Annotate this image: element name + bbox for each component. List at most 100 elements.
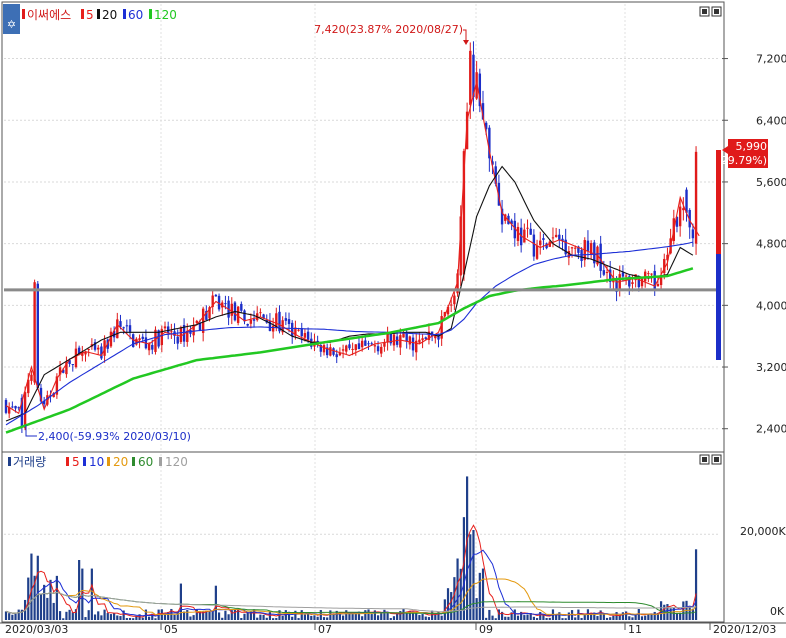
x-tick-label: 2020/12/03 <box>713 623 776 636</box>
legend-swatch-ma120 <box>149 9 152 19</box>
volume-bar <box>109 614 113 620</box>
candle-body-up <box>551 237 555 239</box>
volume-bar <box>462 517 466 620</box>
candle-body-down <box>122 327 125 329</box>
legend-swatch-v10 <box>83 457 86 466</box>
volume-bar <box>504 616 507 620</box>
volume-bar <box>574 617 577 620</box>
volume-bar <box>516 615 520 620</box>
volume-bar <box>55 575 58 620</box>
volume-bar <box>62 618 65 620</box>
volume-bar <box>52 602 55 620</box>
candle-body-down <box>586 240 590 251</box>
candle-body-up <box>399 335 402 348</box>
volume-bar <box>640 616 644 620</box>
candle-body-up <box>354 344 357 350</box>
volume-bar <box>14 613 17 620</box>
volume-legend-name: 거래량 <box>13 455 46 469</box>
volume-bar <box>97 611 100 620</box>
volume-bar <box>481 568 485 620</box>
volume-bar <box>434 614 437 620</box>
volume-bar <box>281 615 284 620</box>
candle-body-down <box>214 294 218 297</box>
volume-bar <box>424 616 427 620</box>
x-axis: 2020/03/03 05 07 09 11 2020/12/03 <box>0 622 786 636</box>
candle-body-up <box>236 306 240 323</box>
volume-bar <box>243 613 246 620</box>
volume-bar <box>8 613 11 620</box>
volume-bar <box>453 577 456 620</box>
volume-bar <box>90 568 93 620</box>
vol-legend-60: 60 <box>138 455 153 469</box>
candle-body-up <box>271 325 275 332</box>
volume-bar <box>11 614 14 620</box>
candle-body-up <box>624 275 628 277</box>
volume-bar <box>291 616 294 620</box>
price-tick-label: 6,400 <box>756 114 786 127</box>
volume-bar <box>605 617 609 620</box>
volume-bar <box>148 616 151 620</box>
volume-bar <box>310 615 313 620</box>
candle-body-down <box>198 323 202 331</box>
x-tick-label: 05 <box>164 623 178 636</box>
volume-bar <box>402 609 405 620</box>
volume-bar <box>561 618 564 620</box>
volume-panel-frame <box>1 451 725 623</box>
volume-bar <box>380 612 383 620</box>
candle-body-down <box>364 340 367 346</box>
volume-bar <box>440 615 443 620</box>
candle-body-up <box>453 295 456 305</box>
candle-body-up <box>30 374 33 381</box>
legend-ma60: 60 <box>128 8 143 22</box>
volume-bar <box>361 616 364 620</box>
candle-body-down <box>376 346 380 352</box>
candle-body-up <box>605 272 609 274</box>
legend-swatch <box>8 457 11 466</box>
candle-body-up <box>408 336 412 345</box>
volume-bar <box>30 553 33 620</box>
volume-bar <box>567 612 570 620</box>
volume-bar <box>494 618 497 620</box>
volume-bar <box>625 611 628 620</box>
volume-bar <box>370 614 373 620</box>
volume-bar <box>246 612 249 620</box>
candle-body-down <box>100 346 103 359</box>
candle-body-up <box>526 227 529 229</box>
price-tick-label: 4,000 <box>756 299 786 312</box>
candle-body-up <box>640 278 644 287</box>
volume-bar <box>475 598 478 620</box>
candle-body-up <box>87 348 90 350</box>
price-tick-label: 5,600 <box>756 176 786 189</box>
volume-bar <box>615 612 618 620</box>
volume-bar <box>36 555 39 620</box>
volume-bar <box>240 618 243 620</box>
candle-body-down <box>284 318 288 321</box>
candle-body-down <box>348 344 351 349</box>
candle-body-down <box>621 272 625 277</box>
volume-bar <box>345 610 348 620</box>
candle-body-up <box>345 345 348 352</box>
x-tick-label: 11 <box>628 623 642 636</box>
legend-swatch-ma20 <box>97 9 100 19</box>
candle-body-down <box>424 337 427 340</box>
candle-body-down <box>306 331 310 340</box>
volume-bar <box>113 613 116 620</box>
volume-bar <box>418 615 421 620</box>
candle-body-down <box>357 343 361 350</box>
volume-bar <box>621 612 625 620</box>
candle-body-up <box>154 329 157 352</box>
volume-bar <box>332 614 335 620</box>
volume-bar <box>469 534 472 620</box>
volume-bar <box>71 612 74 620</box>
candle-body-up <box>201 308 205 333</box>
volume-bar <box>376 615 380 620</box>
candle-body-up <box>650 273 653 275</box>
candle-body-up <box>386 333 389 343</box>
volume-bar <box>596 616 599 620</box>
volume-bar <box>256 617 259 620</box>
candle-body-down <box>287 319 291 325</box>
candle-body-up <box>373 345 377 347</box>
volume-bar <box>691 608 694 620</box>
legend-swatch-v60 <box>132 457 135 466</box>
volume-bar <box>555 614 558 620</box>
